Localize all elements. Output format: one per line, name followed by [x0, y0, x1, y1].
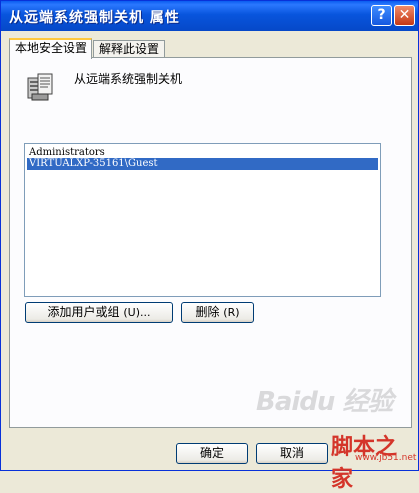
close-button[interactable]: ✕: [394, 5, 415, 26]
tab-panel: 从远端系统强制关机 Administrators VIRTUALXP-35161…: [9, 57, 412, 428]
window-title: 从远端系统强制关机 属性: [9, 10, 180, 26]
server-policy-icon: [27, 73, 53, 101]
properties-dialog: 从远端系统强制关机 属性 ? ✕ 本地安全设置 解释此设置 从远端系统强制关机 …: [0, 0, 419, 492]
cancel-button[interactable]: 取消: [256, 443, 328, 464]
list-item-selected[interactable]: VIRTUALXP-35161\Guest: [27, 158, 378, 170]
tab-local-security-setting[interactable]: 本地安全设置: [9, 38, 92, 59]
remove-button[interactable]: 删除 (R): [181, 302, 254, 323]
add-button-label: 添加用户或组: [47, 305, 120, 319]
add-button-accelerator: (U)...: [123, 306, 151, 319]
members-listbox[interactable]: Administrators VIRTUALXP-35161\Guest: [24, 143, 381, 297]
remove-button-label: 删除: [195, 305, 220, 319]
site-url-watermark: www.jb51.net: [355, 453, 417, 463]
policy-name: 从远端系统强制关机: [74, 72, 183, 86]
ok-button[interactable]: 确定: [176, 443, 248, 464]
add-user-or-group-button[interactable]: 添加用户或组 (U)...: [25, 302, 173, 323]
tab-explain-setting[interactable]: 解释此设置: [93, 40, 165, 58]
title-bar[interactable]: 从远端系统强制关机 属性 ? ✕: [1, 1, 418, 31]
help-button[interactable]: ?: [371, 5, 392, 26]
remove-button-accelerator: (R): [223, 306, 240, 319]
baidu-watermark: Baidu 经验: [256, 387, 393, 417]
